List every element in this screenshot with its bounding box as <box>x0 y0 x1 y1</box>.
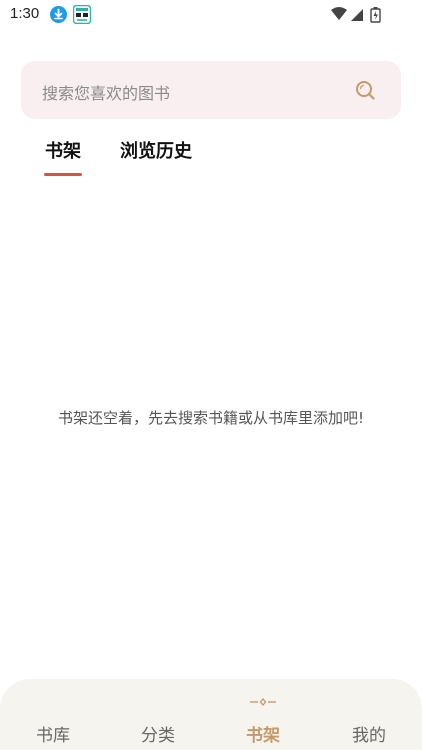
app-screen: 1:30 搜索您喜欢的图书 书架 浏览历史 书架还空着，先去搜索书籍或从书库里添… <box>0 0 422 750</box>
status-bar: 1:30 <box>0 0 422 30</box>
active-tab-ornament-icon <box>250 698 276 706</box>
status-indicators <box>330 6 390 24</box>
app-icon <box>73 5 91 24</box>
nav-item-library[interactable]: 书库 <box>13 721 93 746</box>
tab-active-indicator <box>44 173 82 176</box>
wifi-icon <box>331 7 347 20</box>
search-icon[interactable] <box>355 80 375 100</box>
empty-state-message: 书架还空着，先去搜索书籍或从书库里添加吧! <box>57 409 364 427</box>
nav-item-mine[interactable]: 我的 <box>329 721 409 746</box>
nav-item-bookshelf[interactable]: 书架 <box>223 721 303 746</box>
nav-item-category[interactable]: 分类 <box>118 721 198 746</box>
search-input[interactable]: 搜索您喜欢的图书 <box>42 80 170 104</box>
signal-icon <box>351 9 363 21</box>
search-bar[interactable]: 搜索您喜欢的图书 <box>21 61 401 119</box>
tab-browse-history[interactable]: 浏览历史 <box>120 137 192 163</box>
status-time: 1:30 <box>10 5 40 22</box>
battery-icon <box>370 7 381 23</box>
download-icon <box>50 6 67 23</box>
tab-bookshelf[interactable]: 书架 <box>45 137 81 163</box>
bottom-navigation: 书库 分类 书架 我的 <box>0 679 422 750</box>
